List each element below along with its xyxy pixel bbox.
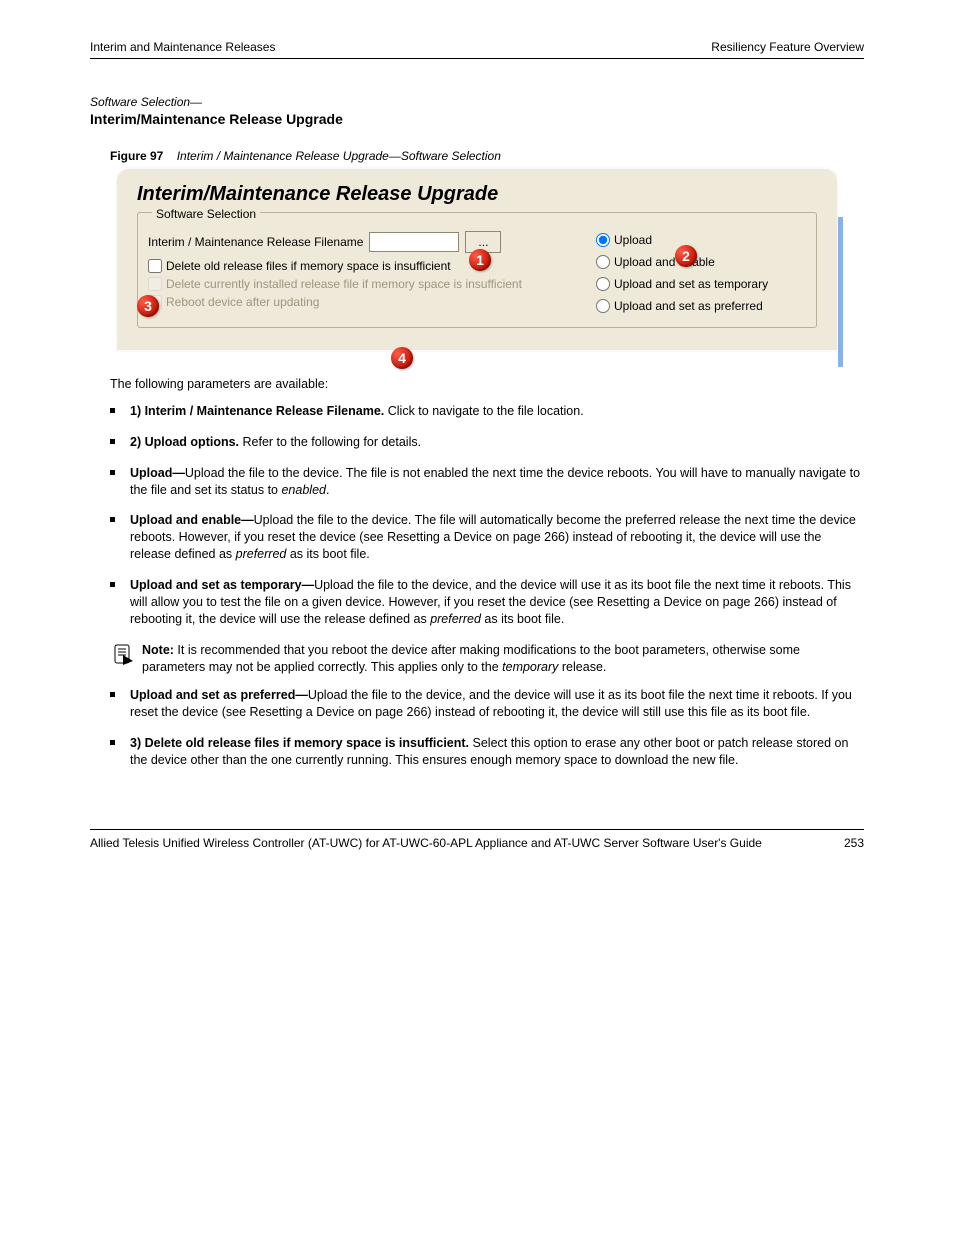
header-right: Resiliency Feature Overview — [711, 40, 864, 54]
figure-caption: Figure 97 Interim / Maintenance Release … — [110, 149, 864, 163]
note-icon — [110, 642, 136, 668]
bullet-list: 1) Interim / Maintenance Release Filenam… — [110, 403, 864, 628]
b7-lead: 3) Delete old release files if memory sp… — [130, 736, 469, 750]
figure-label: Figure 97 — [110, 149, 163, 163]
b2-text: Refer to the following for details. — [239, 435, 421, 449]
radio-upload-enable[interactable] — [596, 255, 610, 269]
bullet-upload-pref: Upload and set as preferred—Upload the f… — [110, 687, 864, 721]
b6-lead: Upload and set as preferred— — [130, 688, 308, 702]
b2-lead: 2) Upload options. — [130, 435, 239, 449]
b6-link: Resetting a Device on page 266 — [250, 705, 428, 719]
callout-badge-3: 3 — [137, 295, 159, 317]
radio-upload-pref[interactable] — [596, 299, 610, 313]
b6-tail: ) instead of rebooting it, the device wi… — [427, 705, 810, 719]
panel-title: Interim/Maintenance Release Upgrade — [137, 183, 823, 206]
section-heading: Software Selection— Interim/Maintenance … — [90, 95, 864, 127]
radio-upload-pref-row: Upload and set as preferred — [596, 299, 806, 313]
note-block: Note: It is recommended that you reboot … — [110, 642, 864, 676]
footer-left: Allied Telesis Unified Wireless Controll… — [90, 836, 762, 850]
section-kicker: Software Selection— — [90, 95, 864, 109]
note-keyword: Note: — [142, 643, 174, 657]
b4-em: preferred — [236, 547, 287, 561]
radio-upload-enable-label: Upload and enable — [614, 255, 715, 269]
filename-label: Interim / Maintenance Release Filename — [148, 235, 363, 249]
checkbox-delete-current-row: Delete currently installed release file … — [148, 277, 586, 291]
checkbox-delete-current — [148, 277, 162, 291]
b4-tail-b: as its boot file. — [286, 547, 369, 561]
note-text: It is recommended that you reboot the de… — [142, 643, 800, 674]
callout-badge-2: 2 — [675, 245, 697, 267]
checkbox-delete-old-row: Delete old release files if memory space… — [148, 259, 586, 273]
radio-upload-label: Upload — [614, 233, 652, 247]
b3-text: Upload the file to the device. The file … — [130, 466, 860, 497]
group-body: Interim / Maintenance Release Filename .… — [148, 231, 806, 313]
callout-badge-4: 4 — [391, 347, 413, 369]
bullet-2: 2) Upload options. Refer to the followin… — [110, 434, 864, 451]
bullet-upload-temp: Upload and set as temporary—Upload the f… — [110, 577, 864, 628]
checkbox-delete-old[interactable] — [148, 259, 162, 273]
b5-link: Resetting a Device on page 266 — [597, 595, 775, 609]
radio-upload-row: Upload — [596, 233, 806, 247]
page-footer: Allied Telesis Unified Wireless Controll… — [90, 829, 864, 850]
radio-upload-temp[interactable] — [596, 277, 610, 291]
checkbox-delete-old-label: Delete old release files if memory space… — [166, 259, 451, 273]
b1-text: Click to navigate to the file location. — [384, 404, 583, 418]
scrollbar-fragment — [838, 217, 843, 367]
checkbox-delete-current-label: Delete currently installed release file … — [166, 277, 522, 291]
bullet-1: 1) Interim / Maintenance Release Filenam… — [110, 403, 864, 420]
b1-lead: 1) Interim / Maintenance Release Filenam… — [130, 404, 384, 418]
header-left: Interim and Maintenance Releases — [90, 40, 275, 54]
footer-right: 253 — [844, 836, 864, 850]
filename-input[interactable] — [369, 232, 459, 252]
b3-em: enabled — [281, 483, 326, 497]
b5-tail-b: as its boot file. — [481, 612, 564, 626]
body-text: The following parameters are available: … — [110, 376, 864, 769]
radio-upload-temp-row: Upload and set as temporary — [596, 277, 806, 291]
radio-upload-pref-label: Upload and set as preferred — [614, 299, 763, 313]
group-legend: Software Selection — [152, 207, 260, 221]
b3-lead: Upload— — [130, 466, 185, 480]
group-right: Upload Upload and enable Upload and set … — [596, 233, 806, 313]
note-text-wrap: Note: It is recommended that you reboot … — [142, 642, 864, 676]
b4-link: Resetting a Device on page 266 — [387, 530, 565, 544]
checkbox-reboot-row: Reboot device after updating — [148, 295, 586, 309]
b5-lead: Upload and set as temporary— — [130, 578, 314, 592]
page-header: Interim and Maintenance Releases Resilie… — [90, 40, 864, 59]
radio-upload[interactable] — [596, 233, 610, 247]
b4-lead: Upload and enable— — [130, 513, 254, 527]
note-em: temporary — [502, 660, 558, 674]
bullet-delete-old: 3) Delete old release files if memory sp… — [110, 735, 864, 769]
group-left: Interim / Maintenance Release Filename .… — [148, 231, 586, 313]
b5-em: preferred — [430, 612, 481, 626]
page: Interim and Maintenance Releases Resilie… — [0, 0, 954, 890]
radio-upload-temp-label: Upload and set as temporary — [614, 277, 768, 291]
radio-upload-enable-row: Upload and enable — [596, 255, 806, 269]
note-tail: release. — [558, 660, 606, 674]
upgrade-panel: Interim/Maintenance Release Upgrade Soft… — [117, 169, 837, 350]
bullet-upload: Upload—Upload the file to the device. Th… — [110, 465, 864, 499]
section-title: Interim/Maintenance Release Upgrade — [90, 111, 864, 127]
checkbox-reboot-label: Reboot device after updating — [166, 295, 319, 309]
intro-line: The following parameters are available: — [110, 376, 864, 393]
filename-row: Interim / Maintenance Release Filename .… — [148, 231, 586, 253]
bullet-list-2: Upload and set as preferred—Upload the f… — [110, 687, 864, 769]
b3-tail: . — [326, 483, 329, 497]
bullet-upload-enable: Upload and enable—Upload the file to the… — [110, 512, 864, 563]
figure-caption-text: Interim / Maintenance Release Upgrade—So… — [177, 149, 501, 163]
screenshot: Interim/Maintenance Release Upgrade Soft… — [117, 169, 837, 350]
callout-badge-1: 1 — [469, 249, 491, 271]
